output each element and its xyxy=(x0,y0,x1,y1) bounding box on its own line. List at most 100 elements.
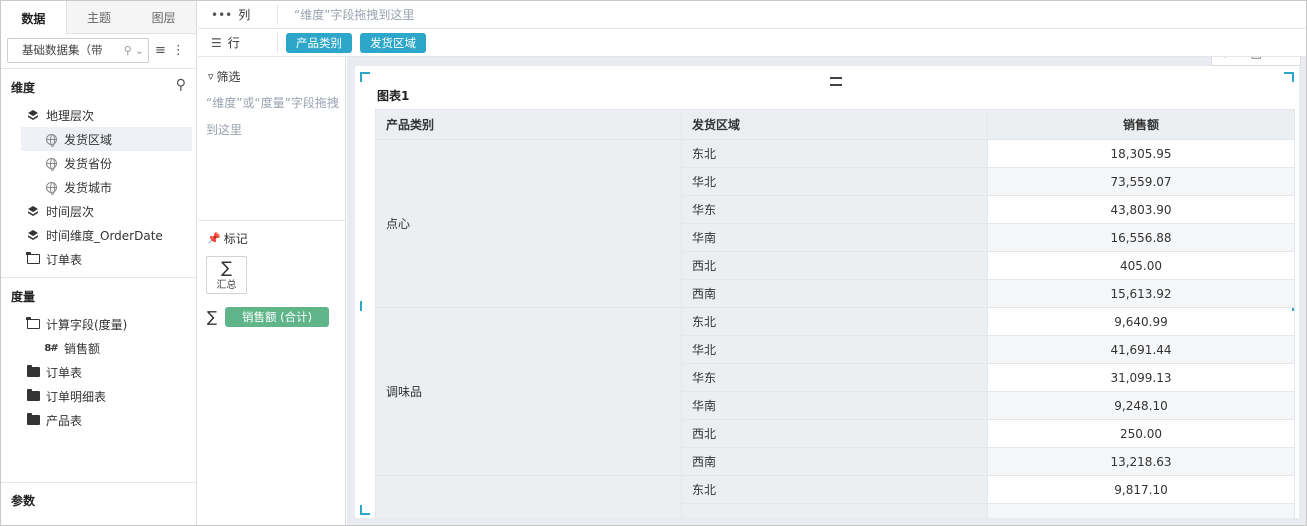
tree-item-label: 时间维度_OrderDate xyxy=(46,228,163,243)
dimensions-title: 维度 xyxy=(11,81,36,95)
folder-open-icon xyxy=(25,251,41,264)
tree-item-orders-dim[interactable]: 订单表 xyxy=(1,247,192,271)
table-row: 调味品 东北 9,640.99 xyxy=(375,307,1295,476)
close-icon[interactable]: ✕ xyxy=(1282,57,1292,60)
tree-item-products[interactable]: 产品表 xyxy=(1,408,192,432)
region-cell: 西北 xyxy=(681,251,988,280)
tree-item-order-details[interactable]: 订单明细表 xyxy=(1,384,192,408)
tree-item-label: 发货区域 xyxy=(64,132,113,147)
layers-icon xyxy=(25,230,41,240)
tree-item-label: 时间层次 xyxy=(46,204,95,219)
tree-item-ship-city[interactable]: 发货城市 xyxy=(1,175,192,199)
rows-shelf[interactable]: ☰ 行 产品类别 发货区域 xyxy=(198,29,1306,57)
category-cell xyxy=(375,475,682,518)
divider xyxy=(1,68,196,69)
table-row: 点心 东北 18,305.95 xyxy=(375,139,1295,308)
filter-list-icon[interactable]: ≡ xyxy=(155,43,166,58)
tree-item-ship-province[interactable]: 发货省份 xyxy=(1,151,192,175)
measure-pill-sales[interactable]: 销售额 (合计) xyxy=(225,307,330,327)
value-cell: 9,817.10 xyxy=(987,475,1295,504)
summary-mark-label: 汇总 xyxy=(216,279,237,291)
region-cell: 西南 xyxy=(681,279,988,308)
column-header[interactable]: 销售额 xyxy=(987,109,1295,140)
dataset-select-value: 基础数据集（带 xyxy=(22,43,103,57)
params-title: 参数 xyxy=(11,494,36,508)
canvas: 图表1 产品类别 发货区域 销售额 点心 东北 18,305.95 华北 73,… xyxy=(347,57,1306,525)
folder-icon xyxy=(25,413,41,425)
tree-item-time-orderdate[interactable]: 时间维度_OrderDate xyxy=(1,223,192,247)
app-window: 数据 主题 图层 基础数据集（带 ⚲ ⌄ ≡ ⋮ 维度 ⚲ 地理层次 发货区域 xyxy=(0,0,1307,526)
tree-item-time-hierarchy[interactable]: 时间层次 xyxy=(1,199,192,223)
tab-data[interactable]: 数据 xyxy=(1,1,67,35)
resize-handle-left[interactable] xyxy=(360,301,362,311)
maximize-icon[interactable]: □ xyxy=(1251,57,1262,60)
columns-shelf-label: 列 xyxy=(238,8,251,22)
filter-drop-zone[interactable]: “维度”或“度量”字段拖拽到这里 xyxy=(206,90,340,144)
region-cell: 西南 xyxy=(681,447,988,476)
tree-item-label: 计算字段(度量) xyxy=(46,317,128,332)
chart-card[interactable]: 图表1 产品类别 发货区域 销售额 点心 东北 18,305.95 华北 73,… xyxy=(355,66,1299,518)
divider xyxy=(198,220,345,221)
data-panel: 数据 主题 图层 基础数据集（带 ⚲ ⌄ ≡ ⋮ 维度 ⚲ 地理层次 发货区域 xyxy=(1,1,197,525)
tree-item-ship-region[interactable]: 发货区域 xyxy=(21,127,192,151)
value-cell: 13,218.63 xyxy=(987,447,1295,476)
tree-item-geo-hierarchy[interactable]: 地理层次 xyxy=(1,103,192,127)
tree-item-orders[interactable]: 订单表 xyxy=(1,360,192,384)
filter-mark-panel: ▿ 筛选 “维度”或“度量”字段拖拽到这里 📌 标记 ∑ 汇总 ∑ 销售额 (合… xyxy=(198,57,346,525)
dataset-select[interactable]: 基础数据集（带 ⚲ ⌄ xyxy=(7,37,149,63)
chevron-down-icon: ⌄ xyxy=(134,43,144,57)
resize-handle-bottom-left[interactable] xyxy=(360,505,370,515)
value-cell: 9,248.10 xyxy=(987,391,1295,420)
region-cell: 华东 xyxy=(681,195,988,224)
pin-icon: 📌 xyxy=(207,232,221,245)
region-cell: 东北 xyxy=(681,475,988,504)
tree-item-label: 发货省份 xyxy=(64,156,113,171)
table-row: 东北 9,817.10 xyxy=(375,475,1295,518)
more-vertical-icon[interactable]: ⋮ xyxy=(172,43,185,58)
rows-shelf-label: 行 xyxy=(227,36,240,50)
tab-theme[interactable]: 主题 xyxy=(67,1,132,33)
filter-title: 筛选 xyxy=(216,70,241,84)
value-cell: 15,613.92 xyxy=(987,279,1295,308)
columns-shelf-hint: “维度”字段拖拽到这里 xyxy=(294,8,415,22)
hash-icon: 8# xyxy=(44,342,58,354)
columns-shelf[interactable]: ••• 列 “维度”字段拖拽到这里 xyxy=(198,1,1306,29)
gear-icon[interactable]: ⚙ xyxy=(1220,57,1231,60)
row-pill-ship-region[interactable]: 发货区域 xyxy=(360,32,426,53)
category-cell: 点心 xyxy=(375,139,682,308)
layers-icon xyxy=(25,206,41,216)
row-pill-product-category[interactable]: 产品类别 xyxy=(286,32,352,53)
tree-item-label: 发货城市 xyxy=(64,180,113,195)
region-cell: 华北 xyxy=(681,167,988,196)
sigma-icon: ∑ xyxy=(207,308,218,326)
tree-item-sales[interactable]: 8# 销售额 xyxy=(1,336,192,360)
layers-icon xyxy=(25,110,41,120)
columns-icon: ••• xyxy=(211,7,233,22)
mark-title: 标记 xyxy=(223,232,248,246)
sigma-icon: ∑ xyxy=(221,257,232,277)
region-cell: 西北 xyxy=(681,419,988,448)
caret-down-icon[interactable]: ▾ xyxy=(1269,57,1275,60)
divider xyxy=(1,277,196,278)
region-cell: 东北 xyxy=(681,307,988,336)
chart-toolbar: ⚙ ▿ □ ▾ ✕ xyxy=(1211,57,1301,66)
filter-icon: ▿ xyxy=(208,70,214,83)
search-icon: ⚲ xyxy=(123,43,132,57)
tree-item-label: 订单明细表 xyxy=(46,389,107,404)
resize-handle-top-right[interactable] xyxy=(1284,72,1294,82)
column-header[interactable]: 产品类别 xyxy=(375,109,682,140)
column-header[interactable]: 发货区域 xyxy=(681,109,988,140)
filter-icon[interactable]: ▿ xyxy=(1237,57,1243,60)
search-icon[interactable]: ⚲ xyxy=(176,77,186,93)
tree-item-label: 销售额 xyxy=(64,341,101,356)
tab-layers[interactable]: 图层 xyxy=(131,1,196,33)
tree-item-label: 订单表 xyxy=(46,365,83,380)
region-cell: 华南 xyxy=(681,391,988,420)
value-cell: 73,559.07 xyxy=(987,167,1295,196)
region-cell: 东北 xyxy=(681,139,988,168)
drag-handle-icon[interactable] xyxy=(830,77,842,86)
tree-item-calc-fields[interactable]: 计算字段(度量) xyxy=(1,312,192,336)
resize-handle-top-left[interactable] xyxy=(360,72,370,82)
summary-mark-button[interactable]: ∑ 汇总 xyxy=(206,256,247,294)
value-cell: 9,640.99 xyxy=(987,307,1295,336)
